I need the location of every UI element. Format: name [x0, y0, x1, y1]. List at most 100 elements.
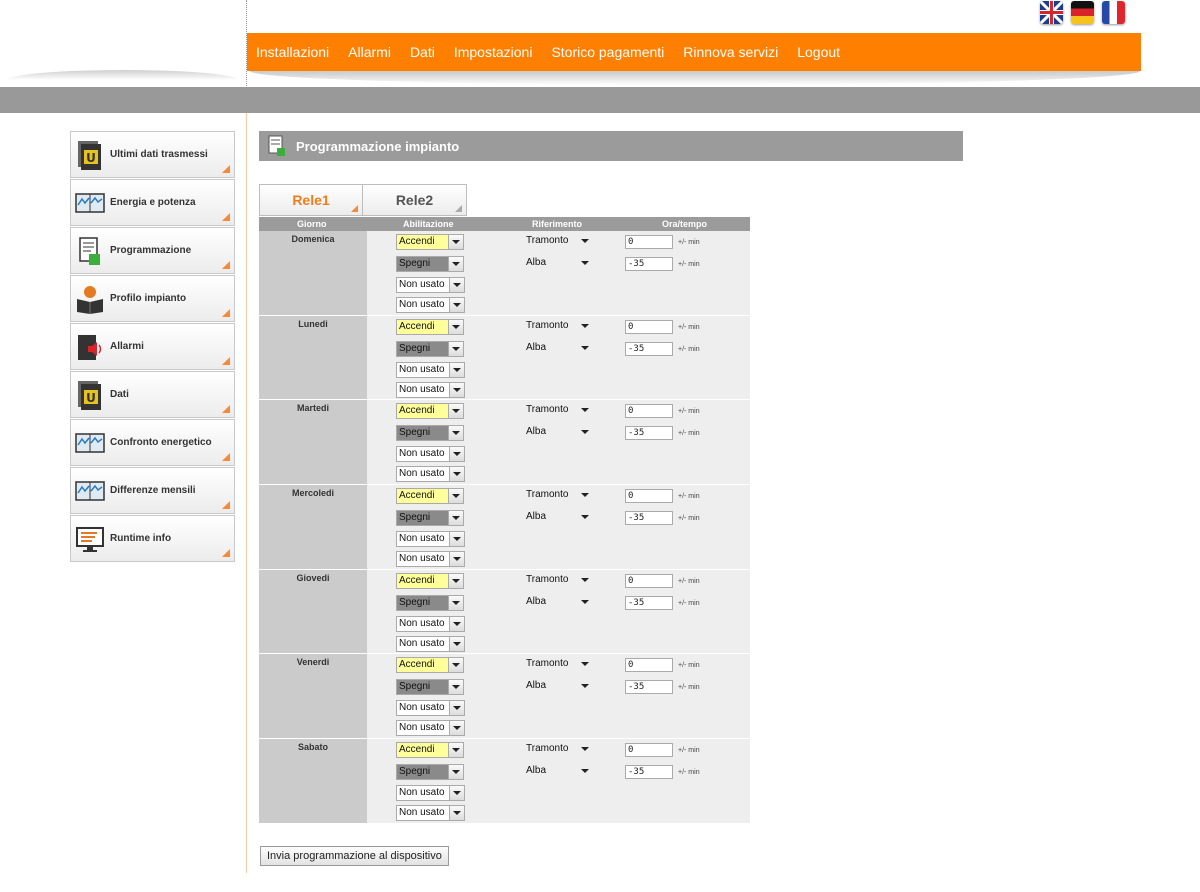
- reference-select[interactable]: Tramonto: [524, 657, 592, 673]
- chevron-down-icon: [578, 510, 592, 524]
- enable-select[interactable]: Non usato: [396, 531, 465, 548]
- reference-select[interactable]: Tramonto: [524, 742, 592, 758]
- sidebar-item-programmazione[interactable]: Programmazione: [70, 227, 235, 274]
- enable-select[interactable]: Non usato: [396, 785, 465, 802]
- sidebar-item-ultimi-dati[interactable]: U Ultimi dati trasmessi: [70, 131, 235, 178]
- enable-select[interactable]: Non usato: [396, 361, 465, 378]
- header-gray-bar: [0, 87, 1200, 113]
- chevron-down-icon: [578, 488, 592, 502]
- tab-rele2[interactable]: Rele2: [363, 184, 467, 216]
- enable-select[interactable]: Non usato: [396, 551, 465, 568]
- reference-select[interactable]: Alba: [524, 256, 592, 272]
- time-offset-input[interactable]: 0: [625, 319, 673, 334]
- chevron-down-icon: [578, 764, 592, 778]
- nav-rinnova-servizi[interactable]: Rinnova servizi: [683, 44, 778, 60]
- sidebar: U Ultimi dati trasmessi Energia e potenz…: [70, 131, 235, 563]
- reference-select[interactable]: Tramonto: [524, 319, 592, 335]
- time-offset-input[interactable]: 0: [625, 743, 673, 758]
- france-flag-icon[interactable]: [1102, 1, 1125, 24]
- enable-select[interactable]: Non usato: [396, 466, 465, 483]
- nav-storico-pagamenti[interactable]: Storico pagamenti: [551, 44, 664, 60]
- sidebar-item-energia-potenza[interactable]: Energia e potenza: [70, 179, 235, 226]
- enable-select[interactable]: Non usato: [396, 381, 465, 398]
- reference-select[interactable]: Alba: [524, 341, 592, 357]
- reference-select[interactable]: Tramonto: [524, 234, 592, 250]
- nav-shadow: [250, 71, 1140, 85]
- time-offset-input[interactable]: -35: [625, 765, 673, 780]
- schedule-table: Giorno Abilitazione Riferimento Ora/temp…: [259, 217, 750, 824]
- sidebar-item-runtime-info[interactable]: Runtime info: [70, 515, 235, 562]
- enable-select[interactable]: Accendi: [396, 488, 464, 505]
- enable-select[interactable]: Accendi: [396, 657, 464, 674]
- time-offset-input[interactable]: -35: [625, 680, 673, 695]
- enable-select[interactable]: Non usato: [396, 700, 465, 717]
- enable-select[interactable]: Non usato: [396, 720, 465, 737]
- time-offset-input[interactable]: -35: [625, 257, 673, 271]
- sidebar-item-allarmi[interactable]: Allarmi: [70, 323, 235, 370]
- sidebar-item-dati[interactable]: U Dati: [70, 371, 235, 418]
- chevron-down-icon: [578, 234, 592, 248]
- uk-flag-icon[interactable]: [1040, 1, 1063, 24]
- time-offset-input[interactable]: 0: [625, 489, 673, 504]
- reference-select[interactable]: Alba: [524, 425, 592, 441]
- reference-select[interactable]: Alba: [524, 679, 592, 695]
- enable-select[interactable]: Spegni: [396, 510, 464, 527]
- chevron-down-icon: [578, 403, 592, 417]
- enable-select[interactable]: Accendi: [396, 403, 464, 420]
- reference-select[interactable]: Alba: [524, 595, 592, 611]
- nav-impostazioni[interactable]: Impostazioni: [454, 44, 533, 60]
- tab-rele1[interactable]: Rele1: [259, 184, 363, 216]
- sidebar-item-confronto-energetico[interactable]: Confronto energetico: [70, 419, 235, 466]
- reference-select[interactable]: Tramonto: [524, 488, 592, 504]
- chevron-down-icon: [578, 742, 592, 756]
- reference-select[interactable]: Tramonto: [524, 403, 592, 419]
- day-name: Sabato: [259, 739, 367, 823]
- reference-select[interactable]: Tramonto: [524, 573, 592, 589]
- time-offset-input[interactable]: 0: [625, 404, 673, 419]
- enable-select[interactable]: Spegni: [396, 594, 464, 611]
- time-offset-input[interactable]: -35: [625, 511, 673, 526]
- sidebar-item-differenze-mensili[interactable]: Differenze mensili: [70, 467, 235, 514]
- enable-select[interactable]: Spegni: [396, 425, 464, 442]
- send-programming-button[interactable]: Invia programmazione al dispositivo: [260, 846, 449, 866]
- chevron-down-icon: [448, 765, 463, 780]
- day-name: Domenica: [259, 231, 367, 315]
- time-offset-input[interactable]: -35: [625, 341, 673, 356]
- enable-select[interactable]: Spegni: [396, 764, 464, 781]
- enable-select[interactable]: Spegni: [396, 256, 464, 272]
- reference-select[interactable]: Alba: [524, 510, 592, 526]
- enable-select[interactable]: Accendi: [396, 572, 464, 589]
- germany-flag-icon[interactable]: [1071, 1, 1094, 24]
- chevron-down-icon: [449, 362, 464, 377]
- nav-allarmi[interactable]: Allarmi: [348, 44, 391, 60]
- reference-select[interactable]: Alba: [524, 764, 592, 780]
- enable-select[interactable]: Non usato: [396, 277, 465, 293]
- nav-installazioni[interactable]: Installazioni: [256, 44, 329, 60]
- enable-select[interactable]: Non usato: [396, 297, 465, 313]
- nav-dati[interactable]: Dati: [410, 44, 435, 60]
- enable-select[interactable]: Non usato: [396, 446, 465, 463]
- relay-tabs: Rele1 Rele2: [259, 184, 467, 216]
- unit-label: +/- min: [678, 239, 700, 246]
- enable-select[interactable]: Spegni: [396, 679, 464, 696]
- chevron-down-icon: [448, 319, 463, 334]
- enable-select[interactable]: Accendi: [396, 742, 464, 759]
- time-offset-input[interactable]: -35: [625, 595, 673, 610]
- enable-select[interactable]: Accendi: [396, 318, 464, 335]
- enable-select[interactable]: Non usato: [396, 635, 465, 652]
- chevron-down-icon: [448, 235, 463, 249]
- time-offset-input[interactable]: 0: [625, 235, 673, 249]
- time-offset-input[interactable]: -35: [625, 426, 673, 441]
- sidebar-item-profilo-impianto[interactable]: Profilo impianto: [70, 275, 235, 322]
- enable-select[interactable]: Accendi: [396, 234, 464, 250]
- nav-logout[interactable]: Logout: [797, 44, 840, 60]
- enable-select[interactable]: Non usato: [396, 805, 465, 822]
- enable-select[interactable]: Spegni: [396, 340, 464, 357]
- time-offset-input[interactable]: 0: [625, 573, 673, 588]
- time-offset-input[interactable]: 0: [625, 658, 673, 673]
- data-book-icon: U: [78, 140, 101, 170]
- enable-select[interactable]: Non usato: [396, 615, 465, 632]
- language-selector: [1040, 1, 1125, 24]
- programming-icon: [79, 236, 100, 265]
- chevron-down-icon: [578, 573, 592, 587]
